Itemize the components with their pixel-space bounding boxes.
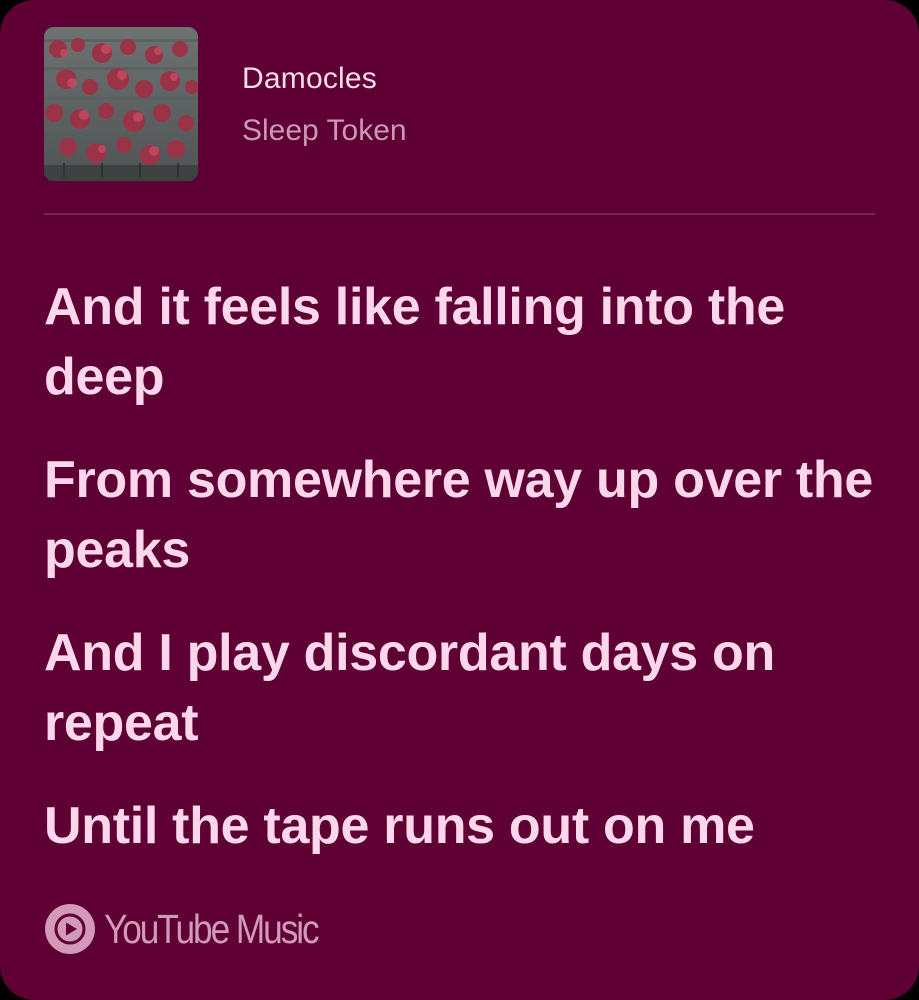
album-art-icon: [44, 27, 198, 181]
header-divider: [44, 213, 875, 215]
lyrics-list: And it feels like falling into the deep …: [44, 272, 889, 894]
brand-name: YouTube Music: [104, 905, 320, 952]
youtube-music-logo-icon: [45, 904, 95, 954]
lyric-line: And it feels like falling into the deep: [44, 278, 785, 406]
youtube-music-brand[interactable]: YouTube Music: [44, 902, 352, 956]
lyric-line: Until the tape runs out on me: [44, 797, 755, 855]
song-title: Damocles: [242, 62, 377, 95]
lyrics-share-card: Damocles Sleep Token And it feels like f…: [0, 0, 919, 1000]
album-art-image[interactable]: [44, 27, 198, 181]
lyric-line: From somewhere way up over the peaks: [44, 451, 874, 579]
lyric-line: And I play discordant days on repeat: [44, 624, 775, 752]
song-artist: Sleep Token: [242, 114, 407, 147]
